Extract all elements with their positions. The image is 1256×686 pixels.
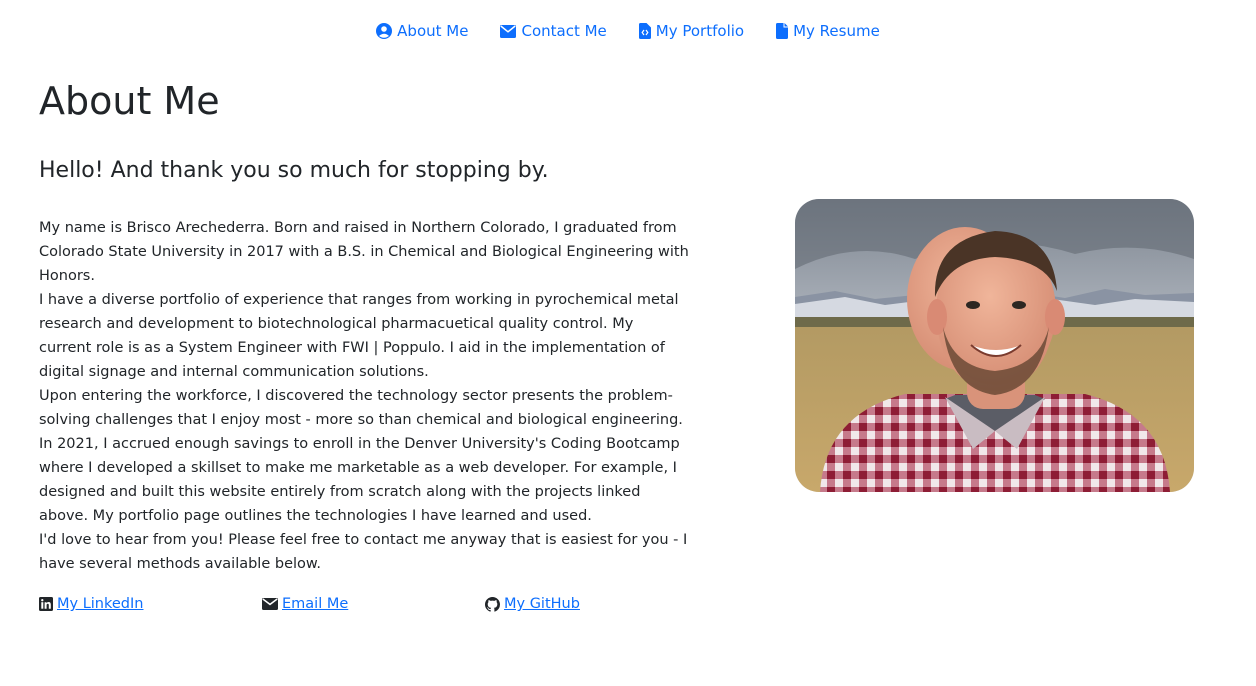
nav-my-resume-label: My Resume [793,22,880,40]
profile-photo [795,199,1194,492]
file-icon [776,23,789,39]
github-link[interactable]: My GitHub [504,592,580,616]
email-link-row: Email Me [262,592,348,616]
profile-photo-image [795,199,1194,492]
page-subtitle: Hello! And thank you so much for stoppin… [39,158,549,183]
bio-text: My name is Brisco Arechederra. Born and … [39,216,689,576]
bio-paragraph: I have a diverse portfolio of experience… [39,292,679,380]
bio-paragraph: I'd love to hear from you! Please feel f… [39,532,688,572]
top-nav: About Me Contact Me My Portfolio My Resu… [0,0,1256,62]
page-title: About Me [39,79,220,123]
nav-my-portfolio[interactable]: My Portfolio [623,22,760,40]
bio-paragraph: Upon entering the workforce, I discovere… [39,388,683,524]
linkedin-link[interactable]: My LinkedIn [57,592,143,616]
linkedin-icon [39,597,53,611]
user-circle-icon [376,23,393,39]
nav-about-me-label: About Me [397,22,469,40]
nav-contact-me[interactable]: Contact Me [484,22,622,40]
nav-contact-me-label: Contact Me [521,22,607,40]
github-link-row: My GitHub [485,592,580,616]
github-icon [485,596,500,612]
email-link[interactable]: Email Me [282,592,348,616]
envelope-icon [500,24,517,38]
nav-my-resume[interactable]: My Resume [760,22,896,40]
code-file-icon [638,23,651,39]
nav-my-portfolio-label: My Portfolio [655,22,745,40]
bio-paragraph: My name is Brisco Arechederra. Born and … [39,220,689,284]
contact-links: My LinkedIn Email Me My GitHub [39,592,739,616]
linkedin-link-row: My LinkedIn [39,592,143,616]
nav-about-me[interactable]: About Me [360,22,484,40]
envelope-icon [262,598,278,610]
